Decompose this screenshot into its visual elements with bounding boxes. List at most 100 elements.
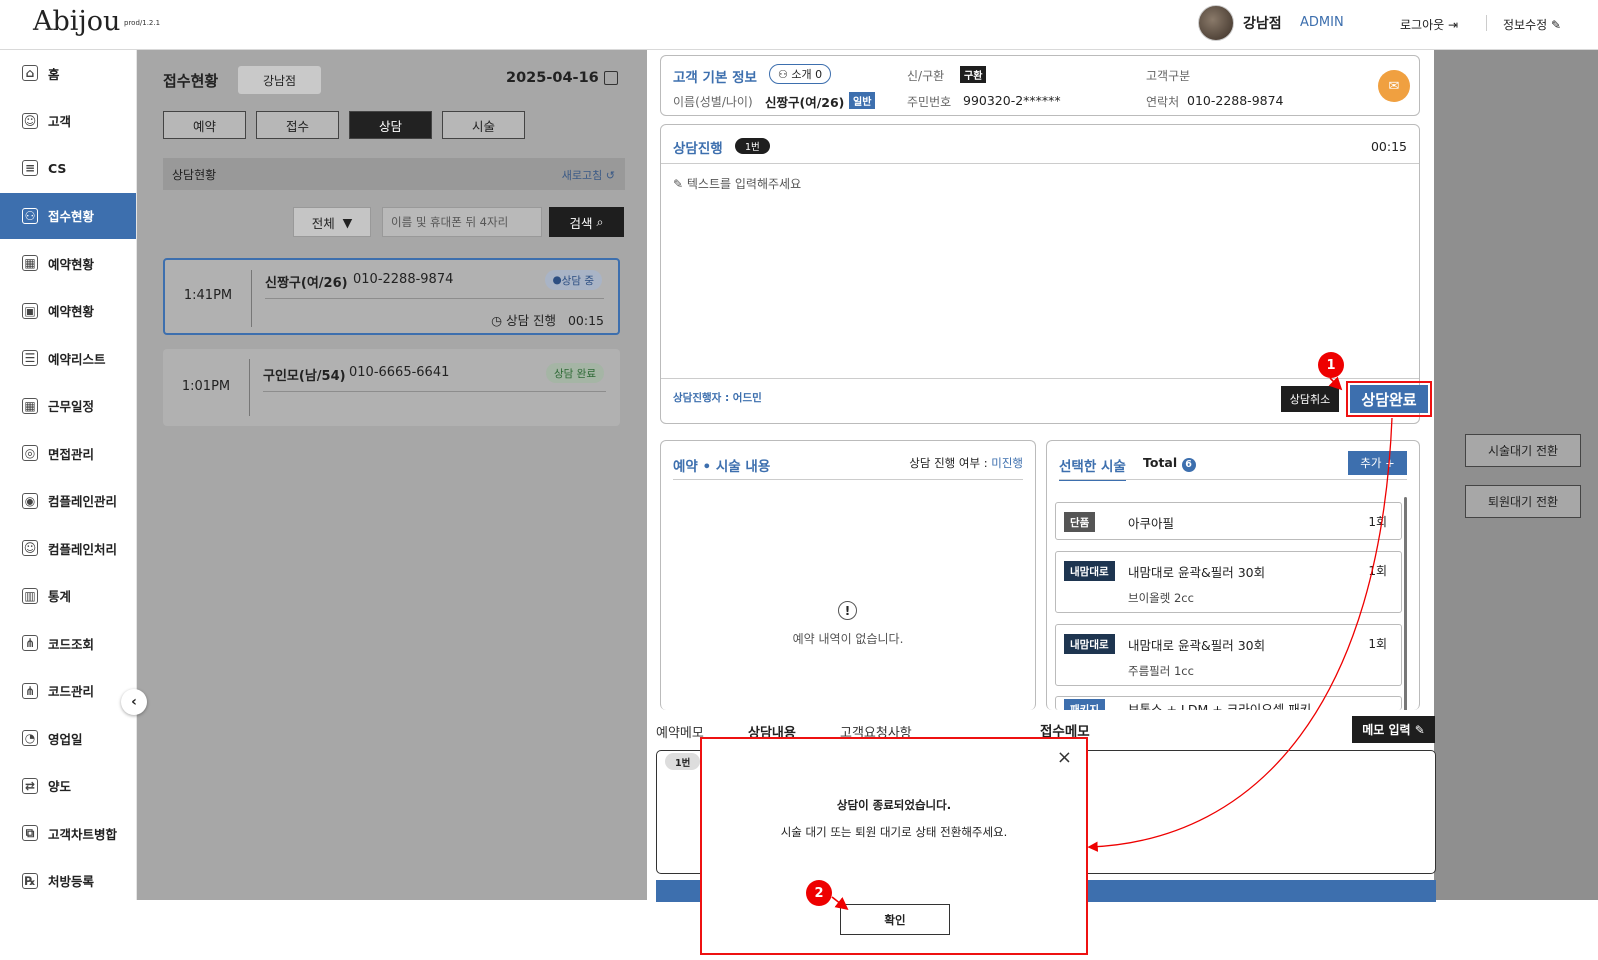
sidebar-collapse-button[interactable]: ‹ (121, 689, 147, 715)
status-title: 상담현황 (172, 167, 217, 182)
sidebar-item-3[interactable]: ⚇ 접수현황 (0, 192, 136, 239)
sidebar-item-10[interactable]: ☺ 컴플레인처리 (0, 525, 136, 571)
treatment-item[interactable]: 내맘대로 내맘대로 윤곽&필러 30회 1회 브이올렛 2cc (1055, 551, 1402, 613)
tab-consult[interactable]: 상담 (349, 111, 432, 139)
close-icon[interactable]: × (1057, 747, 1072, 768)
sidebar-item-14[interactable]: ◔ 영업일 (0, 715, 136, 761)
memo-input-button[interactable]: 메모 입력 ✎ (1352, 716, 1435, 743)
filter-select[interactable]: 전체 ▼ (293, 207, 371, 237)
reservation-title: 예약 • 시술 내용 (673, 459, 771, 475)
consult-card[interactable]: 1:01PM 구인모(남/54) 010-6665-6641 상담 완료 (163, 349, 620, 426)
date-label: 2025-04-16 (506, 70, 599, 86)
sidebar-item-11[interactable]: ▥ 통계 (0, 573, 136, 619)
interview-icon: ◎ (22, 445, 38, 461)
status-badge: ● 상담 중 (544, 270, 602, 290)
annotation-marker-2: 2 (806, 880, 832, 906)
divider (265, 298, 604, 299)
consult-title: 상담진행 (673, 141, 723, 157)
sidebar-item-4[interactable]: ▦ 예약현황 (0, 240, 136, 286)
page-title: 접수현황 (163, 72, 219, 90)
treatment-item[interactable]: 패키지 보톡스 + LDM + 크라이오셀 패키... (1055, 696, 1402, 710)
message-icon[interactable]: ✉ (1378, 70, 1410, 102)
scrollbar[interactable] (1404, 497, 1407, 710)
consult-card-active[interactable]: 1:41PM 신짱구(여/26) 010-2288-9874 ● 상담 중 ◷ … (163, 258, 620, 335)
add-treatment-button[interactable]: 추가 + (1348, 451, 1407, 475)
treatment-item[interactable]: 단품 아쿠아필 1회 (1055, 502, 1402, 540)
sidebar-item-13[interactable]: ⋔ 코드관리 (0, 668, 136, 714)
sidebar-item-label: 예약리스트 (48, 351, 106, 367)
card-phone: 010-6665-6641 (349, 365, 450, 380)
consult-cancel-button[interactable]: 상담취소 (1281, 386, 1339, 412)
sidebar-item-2[interactable]: ≡ CS (0, 145, 136, 191)
sidebar-item-label: 고객차트병합 (48, 826, 118, 842)
calendar-icon: ▦ (22, 255, 38, 271)
top-bar: Abijou prod/1.2.1 강남점 ADMIN 로그아웃 ⇥ 정보수정 … (0, 0, 1598, 50)
consult-timer: 00:15 (1370, 139, 1407, 154)
sidebar-item-16[interactable]: ⧉ 고객차트병합 (0, 810, 136, 856)
search-button[interactable]: 검색 ⌕ (549, 207, 624, 237)
pencil-icon: ✎ (1551, 18, 1562, 32)
app-logo[interactable]: Abijou (33, 6, 120, 37)
tab-reservation[interactable]: 예약 (163, 111, 246, 139)
status-badge: 상담 완료 (546, 363, 604, 383)
treatment-count: 1회 (1368, 637, 1387, 651)
customer-name: 신짱구(여/26) (765, 95, 845, 110)
treatment-wait-button[interactable]: 시술대기 전환 (1465, 434, 1581, 467)
annotation-marker-1: 1 (1318, 352, 1344, 378)
sidebar-item-label: 통계 (48, 589, 72, 604)
edit-profile-button[interactable]: 정보수정 ✎ (1503, 16, 1561, 33)
treatment-sub: 주름필러 1cc (1128, 664, 1194, 678)
card-name: 구인모(남/54) (263, 369, 346, 384)
memo-tab-reservation[interactable]: 예약메모 (656, 722, 704, 741)
tab-treatment[interactable]: 시술 (442, 111, 525, 139)
memo-number-badge: 1번 (665, 753, 701, 770)
users-icon: ⚇ (778, 67, 788, 81)
divider (263, 391, 606, 392)
cs-icon: ≡ (22, 160, 38, 176)
divider (1486, 15, 1487, 31)
tree-icon: ⋔ (22, 635, 38, 651)
progress-info: ◷ 상담 진행 00:15 (491, 313, 604, 328)
treatment-name: 아쿠아필 (1128, 516, 1175, 531)
sidebar-item-8[interactable]: ◎ 면접관리 (0, 430, 136, 476)
sidebar-item-0[interactable]: ⌂ 홈 (0, 50, 136, 96)
treatment-item[interactable]: 내맘대로 내맘대로 윤곽&필러 30회 1회 주름필러 1cc (1055, 624, 1402, 686)
confirm-button[interactable]: 확인 (840, 904, 950, 935)
refresh-button[interactable]: 새로고침 ↺ (562, 167, 615, 183)
consult-textarea[interactable]: ✎ 텍스트를 입력해주세요 (673, 175, 801, 192)
logout-button[interactable]: 로그아웃 ⇥ (1400, 16, 1458, 33)
sidebar-item-12[interactable]: ⋔ 코드조회 (0, 620, 136, 666)
phone-label: 연락처 (1146, 95, 1180, 109)
sidebar-item-15[interactable]: ⇄ 양도 (0, 763, 136, 809)
sidebar-item-1[interactable]: ☺ 고객 (0, 98, 136, 144)
sidebar-item-label: 코드조회 (48, 636, 95, 652)
consult-complete-button[interactable]: 상담완료 (1350, 385, 1428, 413)
branch-name: 강남점 (1243, 16, 1282, 32)
card-time: 1:41PM (183, 288, 233, 303)
dialog-message: 시술 대기 또는 퇴원 대기로 상태 전환해주세요. (780, 825, 1008, 839)
discharge-wait-button[interactable]: 퇴원대기 전환 (1465, 485, 1581, 518)
avatar[interactable] (1198, 5, 1234, 41)
branch-chip[interactable]: 강남점 (238, 66, 321, 94)
user-role: ADMIN (1300, 15, 1344, 30)
app-version: prod/1.2.1 (124, 19, 161, 27)
chart-icon: ▥ (22, 587, 38, 604)
treatment-kind-tag: 패키지 (1064, 699, 1105, 710)
tab-reception[interactable]: 접수 (256, 111, 339, 139)
divider (249, 359, 250, 416)
sidebar-item-label: 양도 (48, 779, 72, 794)
sidebar-item-6[interactable]: ☰ 예약리스트 (0, 335, 136, 381)
consult-box: 상담진행 1번 00:15 ✎ 텍스트를 입력해주세요 상담진행자 : 어드민 (660, 124, 1420, 424)
search-input[interactable]: 이름 및 휴대폰 뒤 4자리 (382, 207, 542, 237)
sidebar-item-label: 처방등록 (48, 874, 95, 889)
sidebar-item-17[interactable]: ℞ 처방등록 (0, 858, 136, 904)
sidebar-item-7[interactable]: ▦ 근무일정 (0, 383, 136, 429)
newold-label: 신/구환 (907, 69, 945, 83)
sidebar-item-label: 고객 (48, 114, 72, 129)
referral-chip[interactable]: ⚇ 소개 0 (769, 64, 832, 84)
sidebar-item-5[interactable]: ▣ 예약현황 (0, 288, 136, 334)
complete-highlight: 상담완료 (1346, 381, 1432, 417)
type-label: 고객구분 (1146, 69, 1191, 83)
calendar-icon[interactable] (604, 71, 618, 85)
sidebar-item-9[interactable]: ◉ 컴플레인관리 (0, 478, 136, 524)
